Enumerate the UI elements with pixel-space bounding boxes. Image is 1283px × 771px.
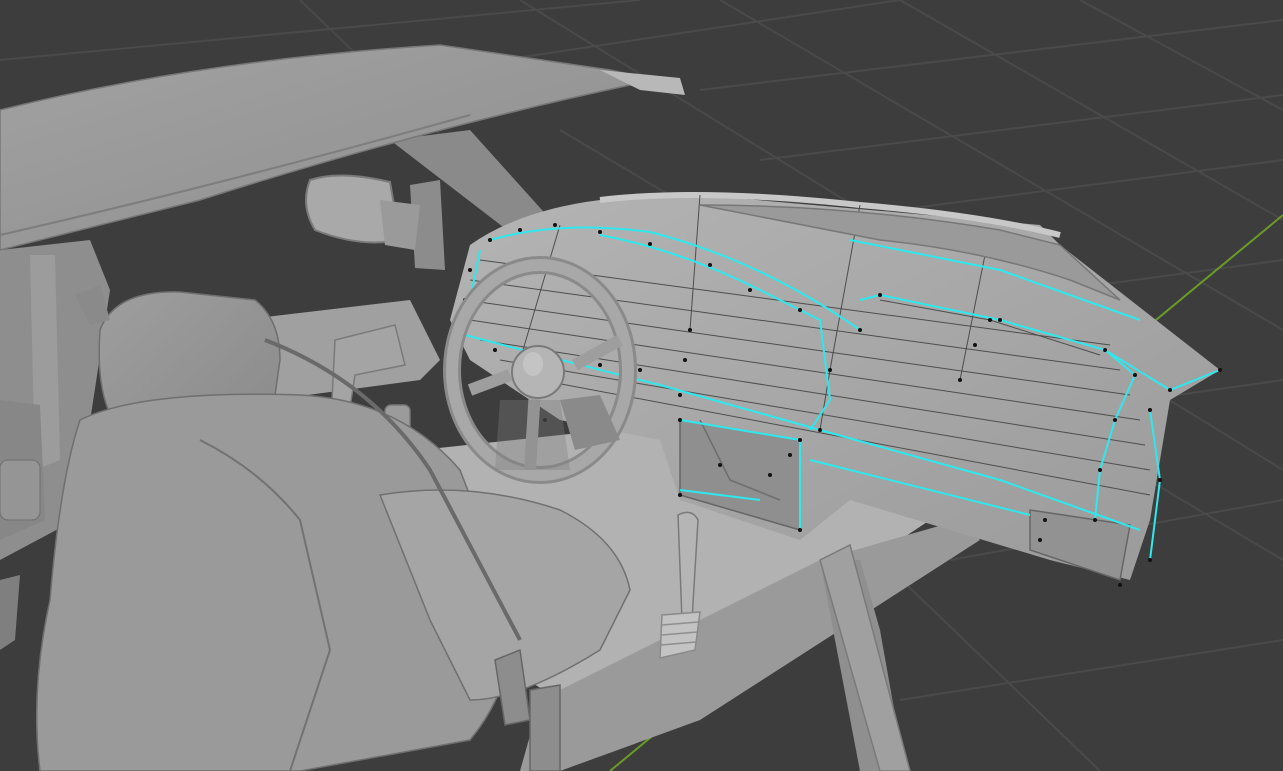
viewport-canvas[interactable] [0, 0, 1283, 771]
3d-viewport[interactable] [0, 0, 1283, 771]
